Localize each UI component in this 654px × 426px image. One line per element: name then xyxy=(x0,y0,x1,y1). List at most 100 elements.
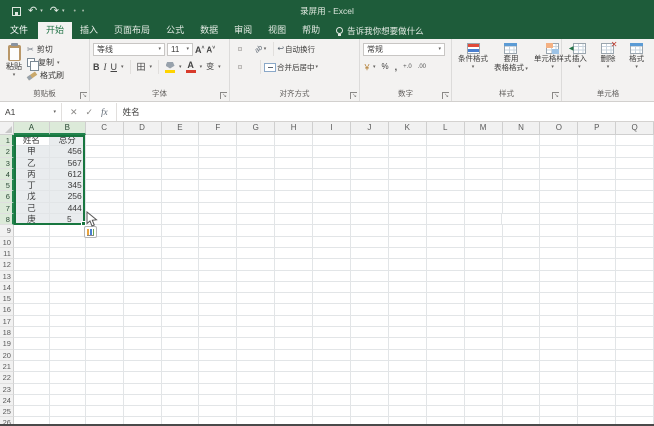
cell-P1[interactable] xyxy=(578,135,617,147)
cell-P16[interactable] xyxy=(578,304,617,316)
cell-F4[interactable] xyxy=(199,168,238,181)
cell-I19[interactable] xyxy=(313,338,351,350)
cell-Q15[interactable] xyxy=(616,293,654,305)
cell-Q17[interactable] xyxy=(616,315,654,328)
cell-B19[interactable] xyxy=(49,338,86,350)
cell-N17[interactable] xyxy=(502,315,541,328)
cell-I8[interactable] xyxy=(313,214,351,226)
cell-E3[interactable] xyxy=(161,157,200,169)
cell-J4[interactable] xyxy=(351,168,389,181)
cell-P5[interactable] xyxy=(578,180,617,192)
cell-P17[interactable] xyxy=(578,315,617,328)
cell-L13[interactable] xyxy=(426,270,465,282)
cell-F14[interactable] xyxy=(199,281,238,294)
cell-G22[interactable] xyxy=(237,372,276,384)
cell-Q24[interactable] xyxy=(616,394,654,407)
cell-G10[interactable] xyxy=(237,236,276,248)
cell-N15[interactable] xyxy=(502,293,541,305)
cell-Q1[interactable] xyxy=(616,135,654,147)
cell-L2[interactable] xyxy=(426,146,465,158)
cell-G9[interactable] xyxy=(237,225,276,237)
row-header-9[interactable]: 9 xyxy=(0,225,14,237)
cell-C17[interactable] xyxy=(85,315,124,328)
cell-B24[interactable] xyxy=(49,394,86,407)
font-color-button[interactable]: A xyxy=(185,61,196,73)
cell-K24[interactable] xyxy=(388,394,427,407)
cell-G24[interactable] xyxy=(237,394,276,407)
fill-color-button[interactable] xyxy=(165,61,176,73)
cell-E22[interactable] xyxy=(161,372,200,384)
align-left-button[interactable] xyxy=(233,65,237,69)
cell-L8[interactable] xyxy=(426,214,465,226)
cell-P7[interactable] xyxy=(578,202,617,215)
cell-H8[interactable] xyxy=(275,214,314,226)
cell-M3[interactable] xyxy=(464,157,503,169)
comma-style-button[interactable]: , xyxy=(395,62,398,72)
cell-A22[interactable] xyxy=(13,372,50,384)
cell-C4[interactable] xyxy=(85,168,124,181)
cell-F25[interactable] xyxy=(199,406,238,418)
cell-C18[interactable] xyxy=(85,327,124,339)
row-header-12[interactable]: 12 xyxy=(0,259,14,271)
cell-E10[interactable] xyxy=(161,236,200,248)
cell-M20[interactable] xyxy=(464,349,503,361)
tab-数据[interactable]: 数据 xyxy=(192,22,226,39)
cell-D9[interactable] xyxy=(123,225,162,237)
cell-Q4[interactable] xyxy=(616,168,654,181)
delete-cells-button[interactable]: ✕ 删除 ▾ xyxy=(597,40,618,88)
cell-M8[interactable] xyxy=(464,214,503,226)
cell-L10[interactable] xyxy=(426,236,465,248)
redo-dropdown-icon[interactable]: ▾ xyxy=(62,8,65,14)
cell-N7[interactable] xyxy=(502,202,541,215)
cell-H18[interactable] xyxy=(275,327,314,339)
cell-I12[interactable] xyxy=(313,259,351,271)
cell-J7[interactable] xyxy=(351,202,389,215)
cell-M4[interactable] xyxy=(464,168,503,181)
cell-A2[interactable]: 甲 xyxy=(13,146,50,158)
cell-E20[interactable] xyxy=(161,349,200,361)
cell-C13[interactable] xyxy=(85,270,124,282)
row-header-25[interactable]: 25 xyxy=(0,406,14,418)
wrap-text-button[interactable]: 自动换行 xyxy=(285,44,315,55)
cell-D20[interactable] xyxy=(123,349,162,361)
font-color-dropdown-icon[interactable]: ▾ xyxy=(200,64,203,70)
cell-L23[interactable] xyxy=(426,383,465,395)
cell-Q10[interactable] xyxy=(616,236,654,248)
cell-C14[interactable] xyxy=(85,281,124,294)
font-name-select[interactable]: 等线 ▾ xyxy=(93,42,165,56)
cell-L12[interactable] xyxy=(426,259,465,271)
cell-F22[interactable] xyxy=(199,372,238,384)
cell-K8[interactable] xyxy=(388,214,427,226)
cell-N2[interactable] xyxy=(502,146,541,158)
cell-M25[interactable] xyxy=(464,406,503,418)
cell-O21[interactable] xyxy=(540,360,579,373)
row-header-24[interactable]: 24 xyxy=(0,394,14,407)
col-header-A[interactable]: A xyxy=(13,122,50,135)
cell-N25[interactable] xyxy=(502,406,541,418)
borders-button[interactable]: 田 xyxy=(137,62,146,72)
copy-button[interactable]: 复制 ▾ xyxy=(25,56,66,71)
col-header-N[interactable]: N xyxy=(502,122,541,135)
cell-L21[interactable] xyxy=(426,360,465,373)
cell-E12[interactable] xyxy=(161,259,200,271)
quick-analysis-button[interactable] xyxy=(84,226,97,238)
cell-A23[interactable] xyxy=(13,383,50,395)
cell-P19[interactable] xyxy=(578,338,617,350)
cell-K12[interactable] xyxy=(388,259,427,271)
cell-A17[interactable] xyxy=(13,315,50,328)
cell-G25[interactable] xyxy=(237,406,276,418)
cell-G15[interactable] xyxy=(237,293,276,305)
cell-I5[interactable] xyxy=(313,180,351,192)
cell-E13[interactable] xyxy=(161,270,200,282)
cell-N1[interactable] xyxy=(502,135,541,147)
conditional-formatting-button[interactable]: 条件格式 ▾ xyxy=(455,41,491,88)
row-header-13[interactable]: 13 xyxy=(0,270,14,282)
row-header-2[interactable]: 2 xyxy=(0,146,14,158)
cell-E7[interactable] xyxy=(161,202,200,215)
cell-C12[interactable] xyxy=(85,259,124,271)
cell-O17[interactable] xyxy=(540,315,579,328)
align-center-button[interactable] xyxy=(238,65,242,69)
cell-A21[interactable] xyxy=(13,360,50,373)
cell-D23[interactable] xyxy=(123,383,162,395)
col-header-M[interactable]: M xyxy=(464,122,503,135)
